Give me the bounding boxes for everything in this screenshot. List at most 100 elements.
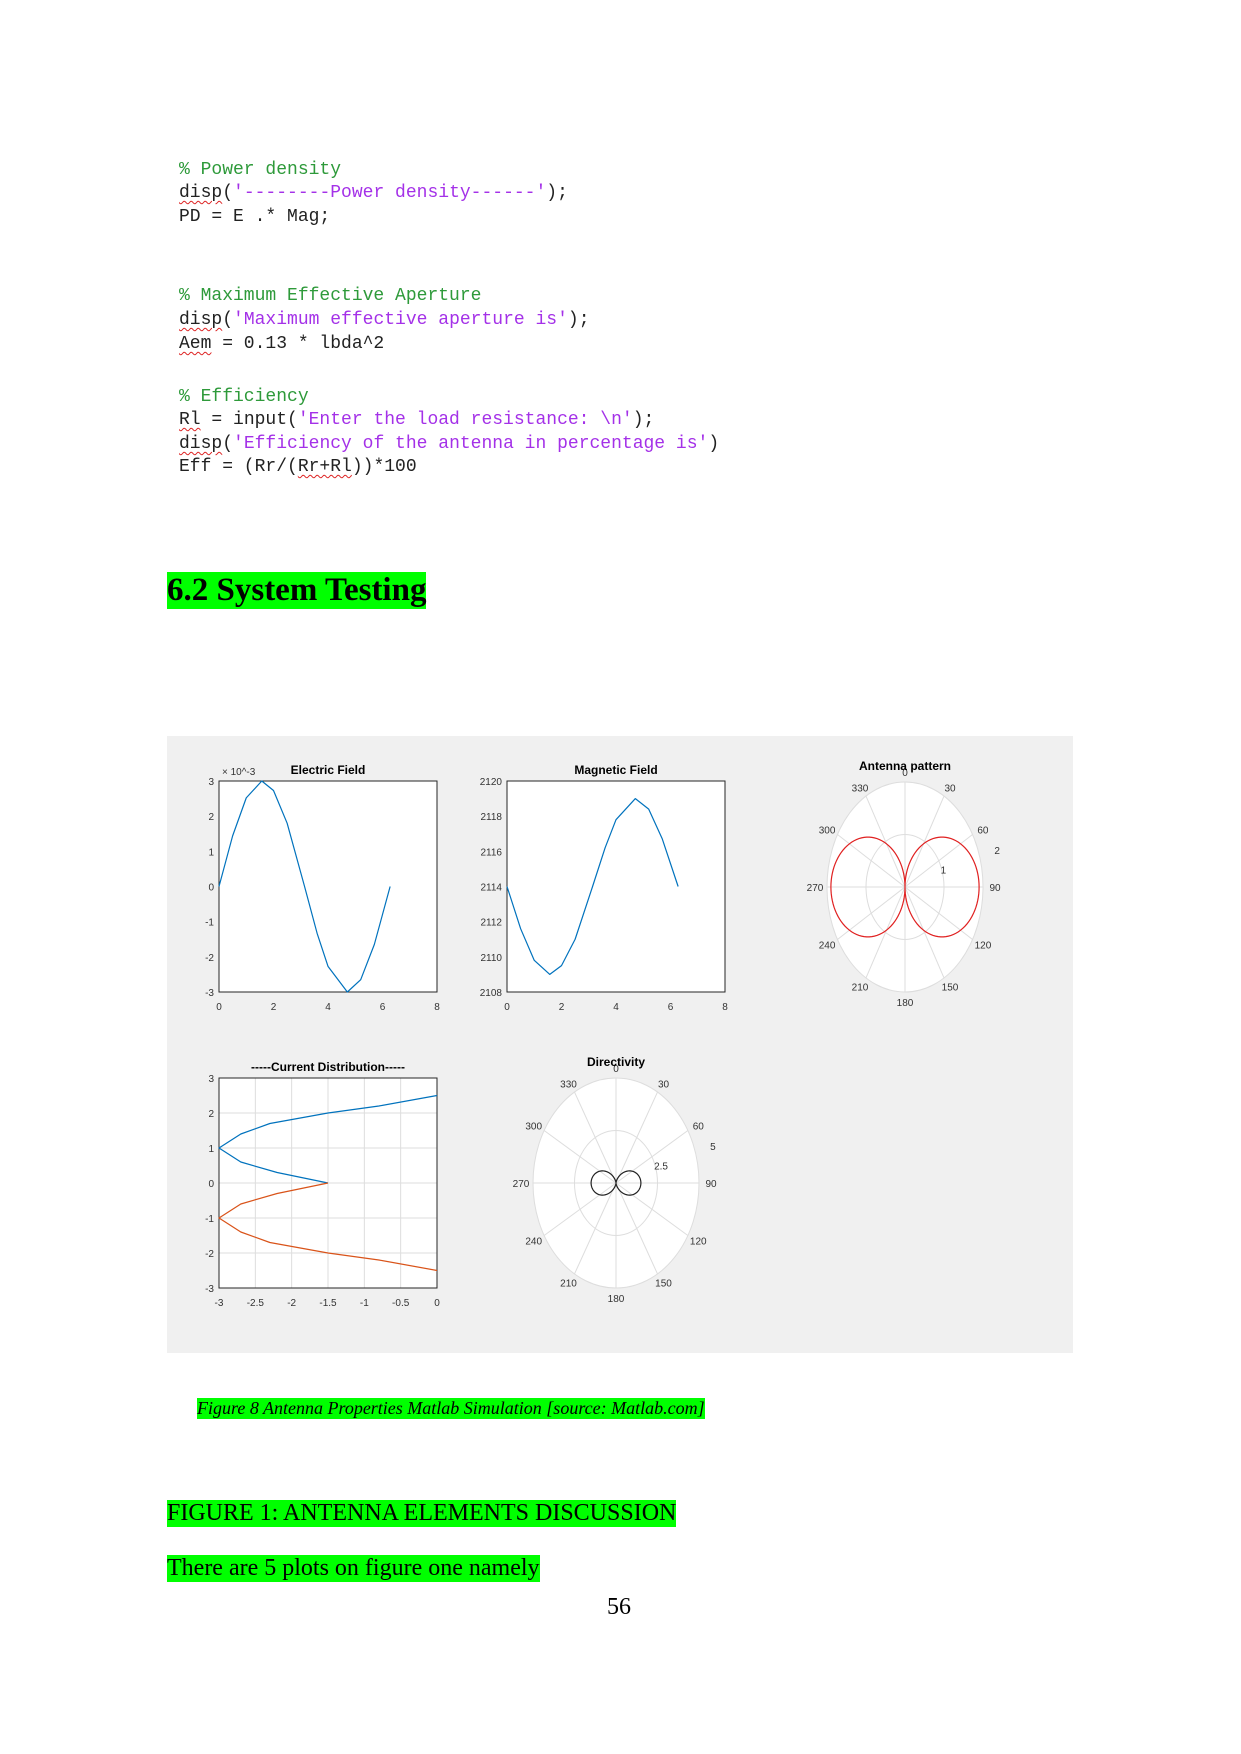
y-tick-label: 1 [208,847,214,858]
y-tick-label: -1 [205,918,214,929]
code-token: ))*100 [351,457,417,477]
code-token: Aem [179,334,212,354]
code-token: ( [222,183,234,203]
figure-caption: Figure 8 Antenna Properties Matlab Simul… [197,1398,705,1419]
angle-label: 90 [705,1179,717,1190]
code-token: 'Maximum effective aperture is' [233,310,568,330]
y-tick-label: 1 [208,1144,214,1155]
x-tick-label: 2 [559,1002,565,1013]
code-token: ); [632,410,655,430]
y-tick-label: 2 [208,1109,214,1120]
y-tick-label: -2 [205,1249,214,1260]
x-tick-label: -2.5 [247,1298,265,1309]
document-page: % Power density disp('--------Power densi… [0,0,1241,1754]
angle-label: 120 [975,941,992,952]
angle-label: 60 [977,826,989,837]
chart-3: -3 -2.5 -2 -1.5 -1 -0.5 0 -3 -2 -1 0 1 2 3 -----Curren… [205,1060,440,1309]
angle-label: 210 [560,1279,577,1290]
y-tick-label: 0 [208,1179,214,1190]
y-tick-label: -3 [205,988,214,999]
y-tick-label: 2114 [480,883,502,894]
x-tick-label: 0 [504,1002,510,1013]
y-tick-label: 2112 [480,918,502,929]
x-tick-label: 2 [271,1002,277,1013]
plot-area [506,780,726,993]
code-token: PD = E .* Mag; [179,207,331,227]
code-token: 'Efficiency of the antenna in percentage… [233,434,709,454]
page-number: 56 [607,1594,631,1620]
angle-label: 60 [693,1122,705,1133]
x-tick-label: 0 [216,1002,222,1013]
y-tick-label: -2 [205,953,214,964]
paragraph: There are 5 plots on figure one namely [167,1555,540,1582]
x-tick-label: 4 [325,1002,331,1013]
x-tick-label: -1 [360,1298,369,1309]
r-tick-label: 2.5 [654,1161,668,1172]
code-token: = input( [200,410,298,430]
y-tick-label: 3 [208,777,214,788]
code-token: % Maximum Effective Aperture [179,286,482,306]
chart-0: 0 2 4 6 8 -3 -2 -1 0 1 2 3 Electric Field × 10^-3 [205,763,440,1013]
r-tick-label: 2 [994,846,1000,857]
angle-label: 150 [942,983,959,994]
angle-label: 330 [560,1079,577,1090]
code-token: disp [179,310,223,330]
y-tick-label: 2118 [480,812,502,823]
code-line: % Maximum Effective Aperture [179,286,481,306]
y-tick-label: -1 [205,1214,214,1225]
y-tick-label: 2120 [480,777,503,788]
code-token: disp [179,434,223,454]
exponent-label: × 10^-3 [222,767,256,778]
y-tick-label: 2110 [480,953,502,964]
x-tick-label: 6 [380,1002,386,1013]
angle-label: 120 [690,1237,707,1248]
x-tick-label: -3 [215,1298,224,1309]
r-tick-label: 5 [710,1142,716,1153]
code-token: Rr+Rl [297,457,352,477]
x-tick-label: 4 [613,1002,619,1013]
code-token: % Power density [179,160,342,180]
angle-label: 180 [897,998,914,1009]
x-tick-label: -2 [287,1298,296,1309]
code-line: % Efficiency [179,387,309,407]
code-token: ( [222,434,234,454]
chart-title: Electric Field [291,763,366,777]
code-token: ) [708,434,720,454]
code-token: disp [179,183,223,203]
angle-label: 30 [658,1079,670,1090]
code-token: Eff = (Rr/( [179,457,298,477]
angle-label: 270 [513,1179,530,1190]
code-line: Aem = 0.13 * lbda^2 [179,334,384,354]
angle-label: 300 [525,1122,542,1133]
x-tick-label: 6 [668,1002,674,1013]
code-token: ( [222,310,234,330]
figure-discussion-heading: FIGURE 1: ANTENNA ELEMENTS DISCUSSION [167,1500,677,1527]
matlab-figure: 0 2 4 6 8 -3 -2 -1 0 1 2 3 Electric Field × 10^-3 0 2 4 6… [167,736,1073,1353]
y-tick-label: 0 [208,883,214,894]
angle-label: 270 [807,883,824,894]
code-token: % Efficiency [179,387,309,407]
y-tick-label: 2116 [480,847,502,858]
code-line: % Power density [179,160,341,180]
code-token: Rl [179,410,201,430]
x-tick-label: 8 [434,1002,440,1013]
code-line: disp('Maximum effective aperture is'); [179,310,590,330]
angle-label: 240 [525,1237,542,1248]
chart-title: Antenna pattern [859,759,951,773]
chart-1: 0 2 4 6 8 2108 2110 2112 2114 2116 2118 2120 Magneti… [480,763,728,1013]
y-tick-label: 3 [208,1074,214,1085]
r-tick-label: 1 [941,865,947,876]
chart-title: Directivity [587,1055,645,1069]
code-line: PD = E .* Mag; [179,207,330,227]
code-line: disp('Efficiency of the antenna in perce… [179,434,719,454]
code-line: Rl = input('Enter the load resistance: \… [179,410,654,430]
code-token: ); [567,310,590,330]
chart-title: Magnetic Field [574,763,657,777]
angle-label: 30 [944,783,956,794]
x-tick-label: -1.5 [319,1298,337,1309]
angle-label: 210 [852,983,869,994]
angle-label: 90 [989,883,1001,894]
plot-area [218,780,438,993]
x-tick-label: -0.5 [392,1298,410,1309]
code-token: '--------Power density------' [233,183,547,203]
